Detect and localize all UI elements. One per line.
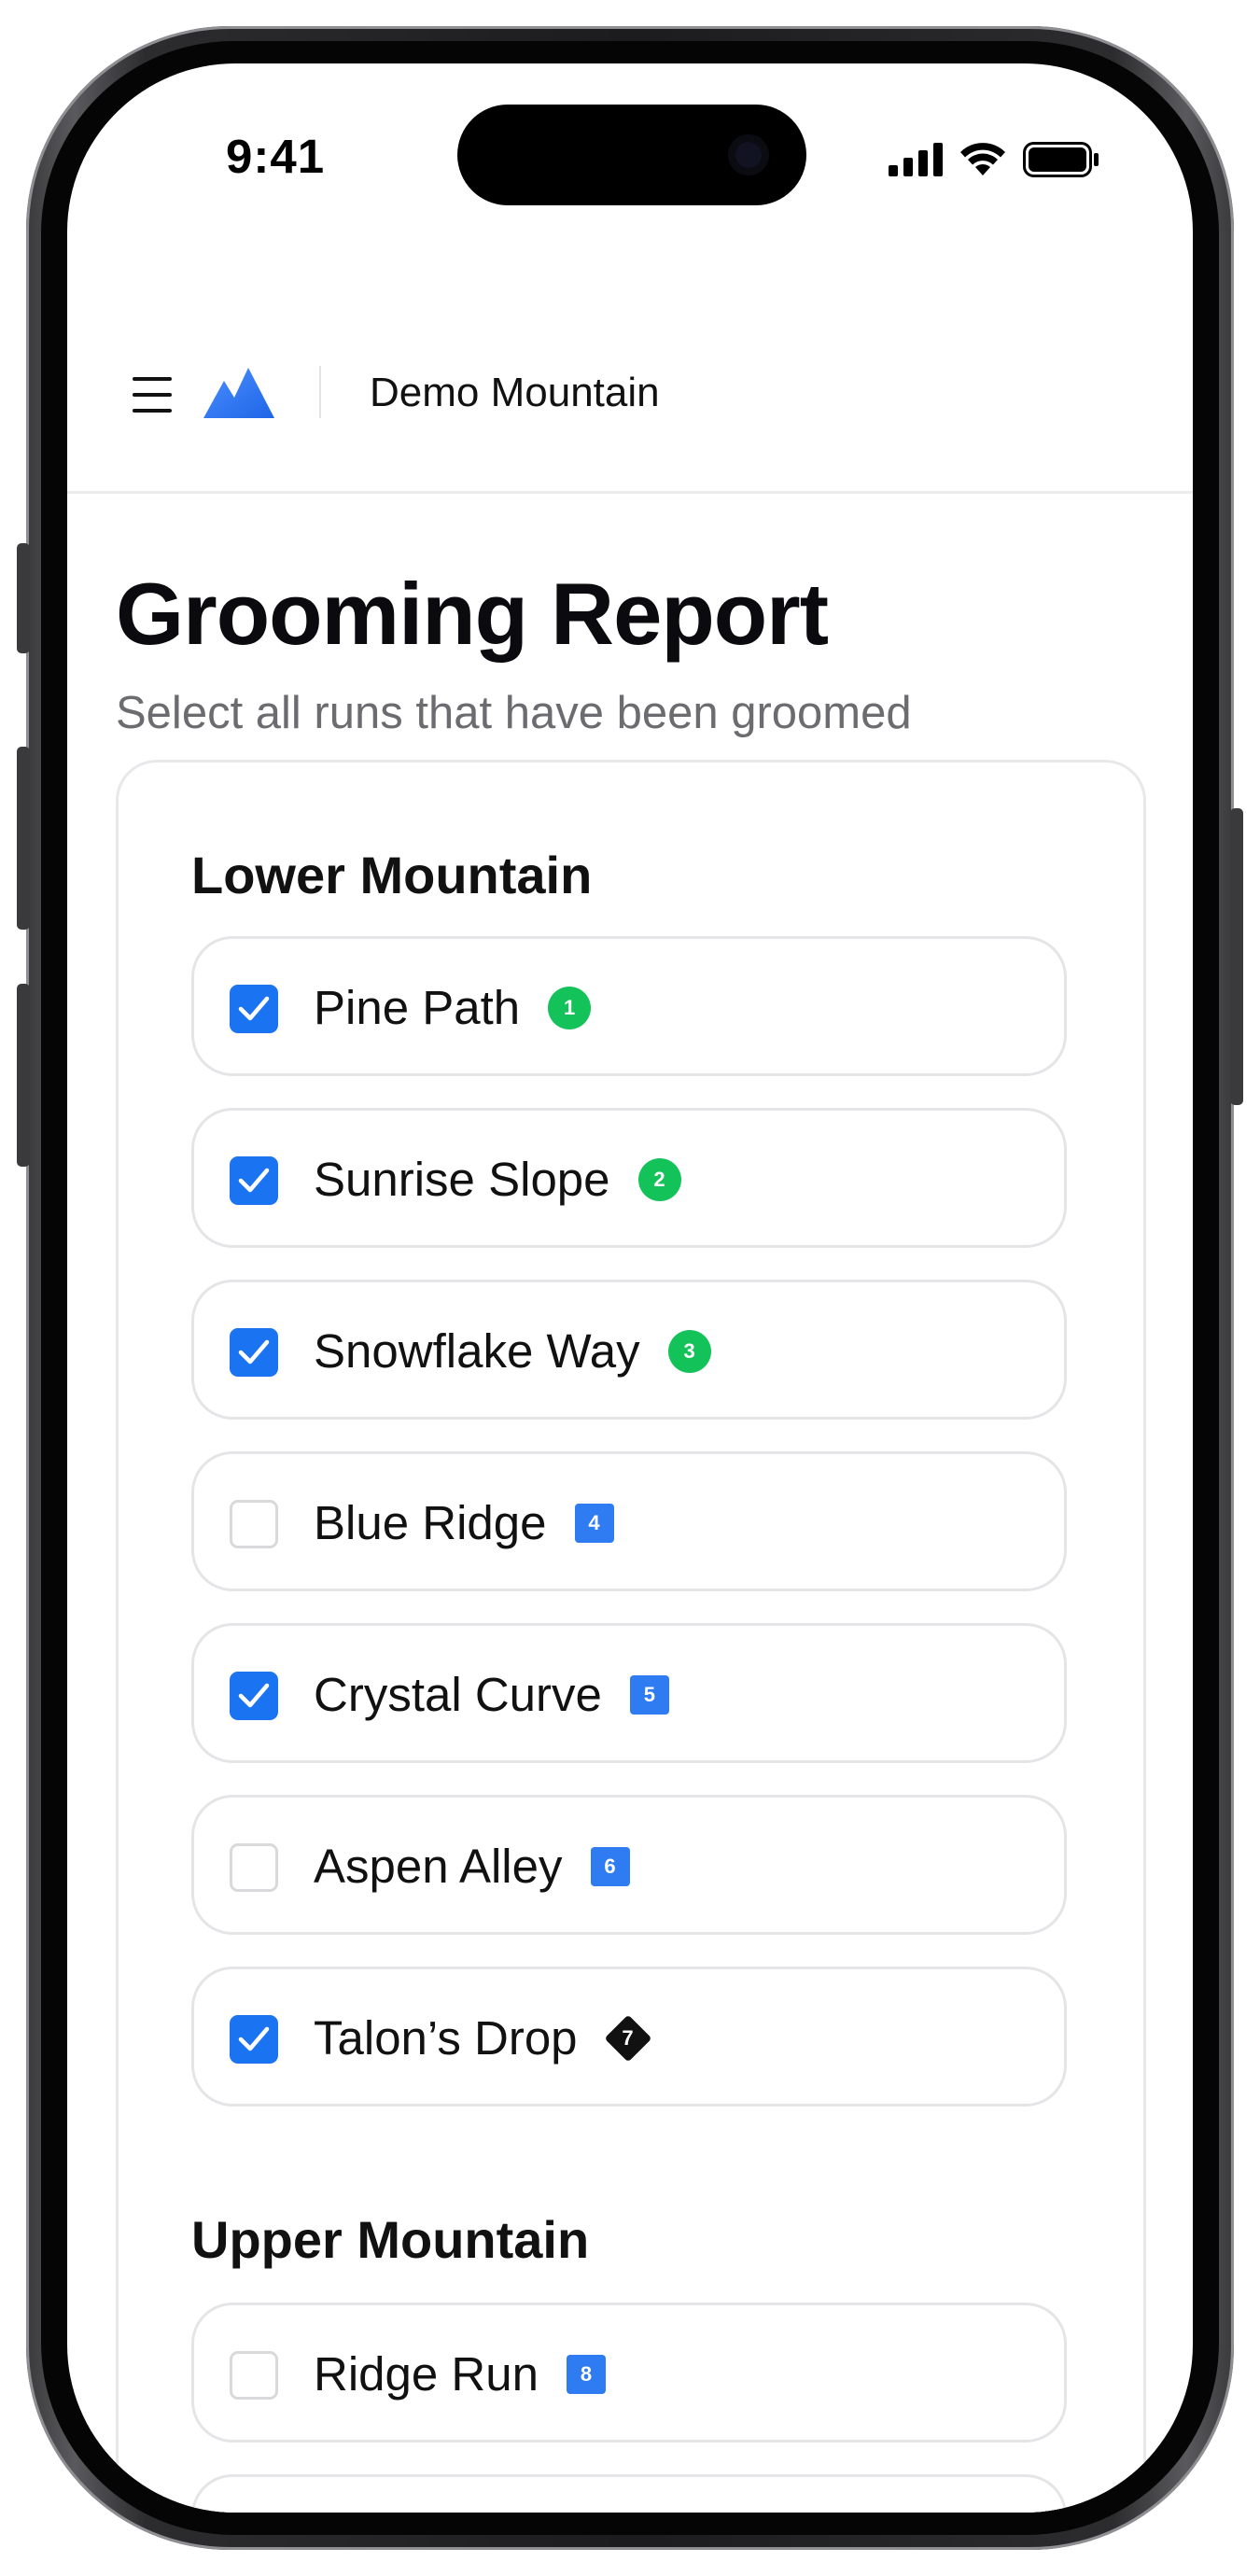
grooming-card: Lower Mountain Pine Path 1 Sunrise Slope… xyxy=(116,760,1146,2513)
header-title: Demo Mountain xyxy=(370,370,660,415)
run-checkbox[interactable] xyxy=(230,1156,278,1205)
section-title-lower-mountain: Lower Mountain xyxy=(191,846,593,904)
run-label: Crystal Curve 5 xyxy=(314,1667,669,1722)
run-item-sunrise-slope[interactable]: Sunrise Slope 2 xyxy=(191,1108,1067,1248)
mountain-logo-icon[interactable] xyxy=(203,364,274,418)
run-name: Talon’s Drop xyxy=(314,2011,578,2065)
run-item-snowflake-way[interactable]: Snowflake Way 3 xyxy=(191,1280,1067,1420)
run-name: Blue Ridge xyxy=(314,1496,547,1549)
run-name: Aspen Alley xyxy=(314,1840,563,1893)
blue-square-difficulty-icon: 5 xyxy=(629,1674,669,1715)
difficulty-number: 7 xyxy=(622,2025,634,2050)
run-label: Snowflake Way 3 xyxy=(314,1323,711,1379)
run-checkbox[interactable] xyxy=(230,1843,278,1892)
green-circle-difficulty-icon: 1 xyxy=(548,986,592,1029)
run-name: Sunrise Slope xyxy=(314,1153,610,1206)
wifi-icon xyxy=(960,143,1005,175)
run-label: Sunrise Slope 2 xyxy=(314,1152,681,1207)
page-subtitle: Select all runs that have been groomed xyxy=(116,688,912,738)
run-item-aspen-alley[interactable]: Aspen Alley 6 xyxy=(191,1795,1067,1935)
checkmark-icon xyxy=(238,1168,270,1193)
header-divider xyxy=(319,366,321,418)
cellular-signal-icon xyxy=(889,143,943,176)
power-button xyxy=(1230,808,1243,1105)
blue-square-difficulty-icon: 4 xyxy=(574,1503,614,1543)
green-circle-difficulty-icon: 3 xyxy=(667,1329,711,1373)
app-header: Demo Mountain xyxy=(67,287,1193,494)
section-title-upper-mountain: Upper Mountain xyxy=(191,2210,590,2269)
run-item-crystal-curve[interactable]: Crystal Curve 5 xyxy=(191,1623,1067,1763)
camera-icon xyxy=(728,134,769,175)
run-name: Ridge Run xyxy=(314,2347,539,2401)
run-checkbox[interactable] xyxy=(230,1500,278,1548)
blue-square-difficulty-icon: 8 xyxy=(566,2354,606,2394)
run-checkbox[interactable] xyxy=(230,1328,278,1377)
run-item-blue-ridge[interactable]: Blue Ridge 4 xyxy=(191,1451,1067,1591)
checkmark-icon xyxy=(238,1339,270,1365)
checkmark-icon xyxy=(238,996,270,1021)
run-item-talons-drop[interactable]: Talon’s Drop 7 xyxy=(191,1967,1067,2107)
run-item-ridge-run[interactable]: Ridge Run 8 xyxy=(191,2303,1067,2443)
page-title: Grooming Report xyxy=(116,565,829,663)
run-checkbox[interactable] xyxy=(230,2351,278,2400)
run-name: Snowflake Way xyxy=(314,1324,640,1378)
run-label: Aspen Alley 6 xyxy=(314,1839,630,1894)
phone-screen: 9:41 Demo Mountain Grooming Report Selec… xyxy=(67,63,1193,2513)
run-label: Talon’s Drop 7 xyxy=(314,2010,645,2065)
checkmark-icon xyxy=(238,1683,270,1708)
run-name: Crystal Curve xyxy=(314,1668,602,1721)
blue-square-difficulty-icon: 6 xyxy=(590,1846,630,1886)
run-checkbox[interactable] xyxy=(230,2015,278,2064)
dynamic-island xyxy=(457,105,806,205)
run-item-partial[interactable] xyxy=(191,2474,1067,2513)
run-name: Pine Path xyxy=(314,981,521,1034)
checkmark-icon xyxy=(238,2026,270,2051)
status-icons xyxy=(889,142,1099,177)
run-item-pine-path[interactable]: Pine Path 1 xyxy=(191,936,1067,1076)
run-label: Blue Ridge 4 xyxy=(314,1495,614,1550)
status-time: 9:41 xyxy=(226,130,326,183)
volume-up-button xyxy=(17,747,30,930)
run-checkbox[interactable] xyxy=(230,985,278,1033)
run-label: Ridge Run 8 xyxy=(314,2346,606,2401)
battery-icon xyxy=(1023,142,1099,177)
action-button xyxy=(17,543,30,653)
hamburger-menu-icon[interactable] xyxy=(133,377,172,413)
green-circle-difficulty-icon: 2 xyxy=(637,1157,681,1201)
run-checkbox[interactable] xyxy=(230,1672,278,1720)
black-diamond-difficulty-icon: 7 xyxy=(611,2022,645,2055)
volume-down-button xyxy=(17,984,30,1167)
run-label: Pine Path 1 xyxy=(314,980,592,1035)
